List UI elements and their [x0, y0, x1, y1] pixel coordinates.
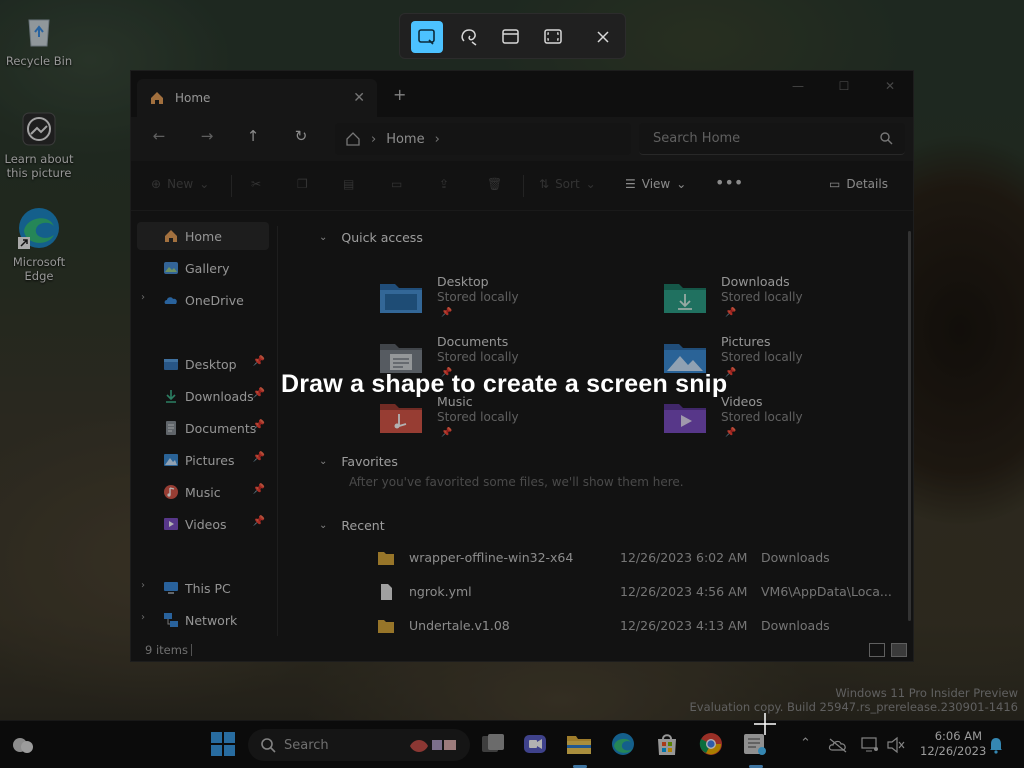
freeform-snip-icon [461, 29, 477, 46]
crosshair-cursor-icon [754, 713, 776, 735]
window-snip-icon [502, 29, 519, 44]
snip-instruction-text: Draw a shape to create a screen snip [281, 370, 728, 398]
window-snip-button[interactable] [495, 21, 527, 53]
snip-mode-toolbar [399, 13, 626, 59]
freeform-snip-button[interactable] [453, 21, 485, 53]
fullscreen-snip-button[interactable] [537, 21, 569, 53]
close-snip-button[interactable] [587, 21, 619, 53]
rectangle-snip-button[interactable] [411, 21, 443, 53]
fullscreen-snip-icon [544, 29, 562, 44]
close-icon [597, 31, 609, 43]
rectangle-snip-icon [418, 29, 435, 45]
